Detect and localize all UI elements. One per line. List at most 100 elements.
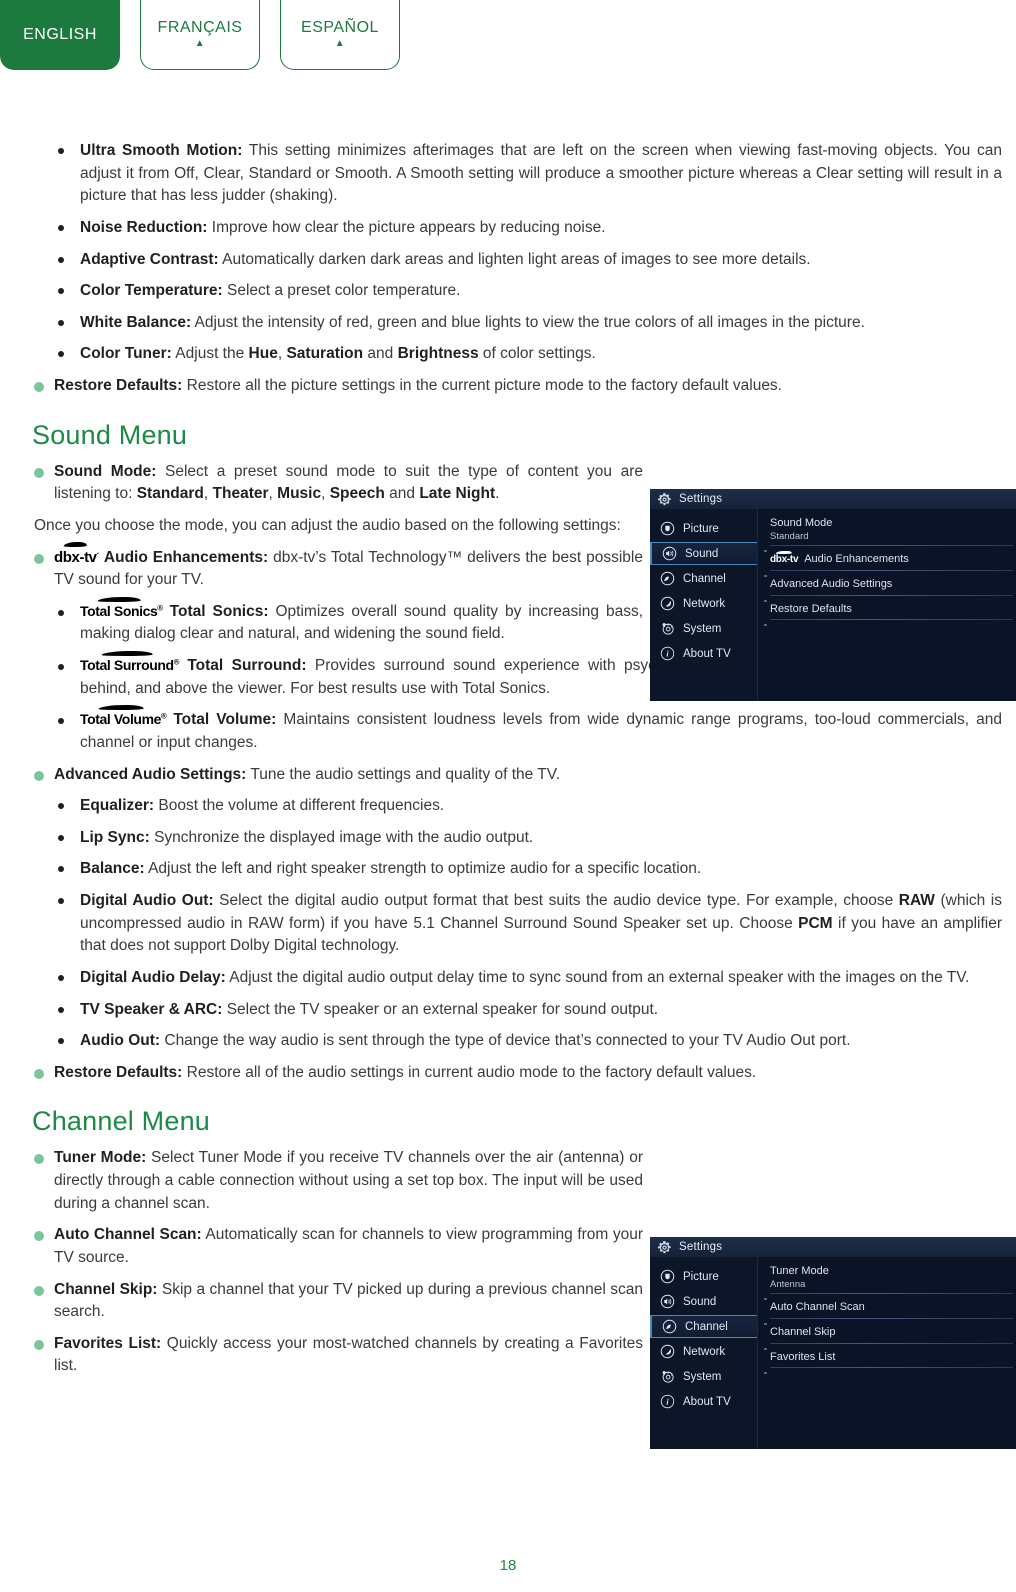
list-item-tuner-mode: Tuner Mode: Select Tuner Mode if you rec… xyxy=(18,1147,643,1215)
conjunction: and xyxy=(363,345,398,363)
language-tab-label: FRANÇAIS xyxy=(157,18,243,36)
language-tab-english[interactable]: ENGLISH xyxy=(0,0,120,70)
registered-mark: ® xyxy=(157,603,163,613)
sound-mode-standard: Standard xyxy=(136,485,204,503)
picture-icon xyxy=(660,521,675,536)
description: Adjust the digital audio output delay ti… xyxy=(225,968,970,986)
sidebar-item-label: Sound xyxy=(685,547,719,560)
gear-icon xyxy=(657,1240,672,1255)
language-tab-francais[interactable]: FRANÇAIS ▲ xyxy=(140,0,260,70)
sidebar-item-system[interactable]: System xyxy=(650,1365,757,1388)
list-item-advanced-audio-settings: Advanced Audio Settings: Tune the audio … xyxy=(18,764,1002,787)
trademark-mark: · xyxy=(96,548,100,558)
sidebar-item-picture[interactable]: Picture xyxy=(650,1265,757,1288)
tv-row-auto-channel-scan[interactable]: Auto Channel Scan xyxy=(764,1301,1016,1325)
list-item-auto-channel-scan: Auto Channel Scan: Automatically scan fo… xyxy=(18,1224,643,1269)
term: Restore Defaults: xyxy=(54,1063,183,1081)
divider xyxy=(764,1342,1013,1350)
description: Improve how clear the picture appears by… xyxy=(207,218,606,236)
tv-panel-content-sound: Sound Mode Standard dbx-tv Audio Enhance… xyxy=(758,509,1016,701)
sound-mode-theater: Theater xyxy=(212,485,269,503)
term: Digital Audio Out: xyxy=(80,892,214,909)
tv-row-label: Auto Channel Scan xyxy=(770,1301,865,1314)
list-item-channel-skip: Channel Skip: Skip a channel that your T… xyxy=(18,1279,643,1324)
sidebar-item-channel[interactable]: Channel xyxy=(650,1315,757,1338)
list-item-sound-restore-defaults: Restore Defaults: Restore all of the aud… xyxy=(18,1062,1002,1085)
language-tab-label: ESPAÑOL xyxy=(301,18,379,36)
sidebar-item-about-tv[interactable]: i About TV xyxy=(650,1390,757,1413)
info-icon: i xyxy=(660,1394,675,1409)
tv-row-advanced-audio-settings[interactable]: Advanced Audio Settings xyxy=(764,577,1016,602)
svg-text:i: i xyxy=(666,1398,669,1407)
description: Optimizes overall sound quality by incre… xyxy=(80,602,644,643)
list-item-balance: Balance: Adjust the left and right speak… xyxy=(18,858,1002,881)
section-title-sound-menu: Sound Menu xyxy=(32,419,188,450)
term: Total Volume: xyxy=(173,711,277,729)
tv-row-audio-enhancements[interactable]: dbx-tv Audio Enhancements xyxy=(764,550,1016,577)
sound-mode-music: Music xyxy=(277,485,322,503)
dbx-tv-logo: dbx-tv· xyxy=(54,542,100,569)
divider xyxy=(764,1317,1013,1325)
tick-marker xyxy=(764,599,767,602)
tv-row-favorites-list[interactable]: Favorites List xyxy=(764,1351,1016,1375)
term: Channel Skip: xyxy=(54,1280,158,1298)
pcm-term: PCM xyxy=(798,914,833,932)
tv-panel-title: Settings xyxy=(679,1241,723,1253)
list-item: White Balance: Adjust the intensity of r… xyxy=(18,312,1002,335)
description: Boost the volume at different frequencie… xyxy=(154,797,445,815)
tv-row-restore-defaults[interactable]: Restore Defaults xyxy=(764,602,1016,627)
tv-settings-panel-sound: Settings Picture Sound Channel Network S… xyxy=(650,489,1016,701)
language-tab-espanol[interactable]: ESPAÑOL ▲ xyxy=(280,0,400,70)
sidebar-item-network[interactable]: Network xyxy=(650,592,757,615)
sidebar-item-sound[interactable]: Sound xyxy=(650,542,757,565)
sound-mode-speech: Speech xyxy=(329,485,385,503)
dbx-tv-logo-text: dbx-tv xyxy=(54,548,97,566)
term: Digital Audio Delay: xyxy=(80,968,226,986)
list-item-sound-mode: Sound Mode: Select a preset sound mode t… xyxy=(18,461,643,506)
sidebar-item-channel[interactable]: Channel xyxy=(650,567,757,590)
divider xyxy=(764,594,1013,602)
divider xyxy=(764,569,1013,577)
sidebar-item-label: Picture xyxy=(683,1270,719,1283)
tv-settings-panel-channel: Settings Picture Sound Channel Network S… xyxy=(650,1237,1016,1449)
sidebar-item-sound[interactable]: Sound xyxy=(650,1290,757,1313)
tv-row-tuner-mode[interactable]: Tuner Mode Antenna xyxy=(764,1265,1016,1301)
divider xyxy=(764,545,1013,553)
sidebar-item-about-tv[interactable]: i About TV xyxy=(650,642,757,665)
language-tab-bar: ENGLISH FRANÇAIS ▲ ESPAÑOL ▲ xyxy=(0,0,400,70)
tv-panel-content-channel: Tuner Mode Antenna Auto Channel Scan Cha… xyxy=(758,1257,1016,1449)
tv-panel-body: Picture Sound Channel Network System i A… xyxy=(650,1257,1016,1449)
description-end: of color settings. xyxy=(478,345,596,363)
list-item-digital-audio-out: Digital Audio Out: Select the digital au… xyxy=(18,890,1002,958)
description: Adjust the intensity of red, green and b… xyxy=(191,313,865,331)
tv-row-label: Restore Defaults xyxy=(770,602,852,615)
tv-panel-sidebar: Picture Sound Channel Network System i A… xyxy=(650,509,758,701)
sidebar-item-label: About TV xyxy=(683,1395,731,1408)
total-surround-logo-text: Total Surround xyxy=(80,657,174,673)
tv-row-label: Audio Enhancements xyxy=(804,553,909,566)
sidebar-item-label: About TV xyxy=(683,647,731,660)
registered-mark: ® xyxy=(173,657,180,667)
sidebar-item-system[interactable]: System xyxy=(650,617,757,640)
tick-marker xyxy=(764,1372,767,1375)
sidebar-item-label: System xyxy=(683,622,722,635)
description: Select the digital audio output format t… xyxy=(213,892,899,909)
list-item: Color Temperature: Select a preset color… xyxy=(18,280,1002,303)
description: Adjust the xyxy=(171,345,249,363)
sound-mode-late-night: Late Night xyxy=(419,485,496,503)
term: Advanced Audio Settings: xyxy=(54,765,247,783)
sidebar-item-picture[interactable]: Picture xyxy=(650,517,757,540)
term: Total Sonics: xyxy=(169,602,269,620)
sidebar-item-network[interactable]: Network xyxy=(650,1340,757,1363)
page-content: Ultra Smooth Motion: This setting minimi… xyxy=(18,140,1002,1387)
sound-intro-paragraph: Once you choose the mode, you can adjust… xyxy=(34,516,621,534)
tick-marker xyxy=(764,574,767,577)
list-item: Noise Reduction: Improve how clear the p… xyxy=(18,217,1002,240)
tv-panel-title: Settings xyxy=(679,493,723,505)
tv-row-label: Advanced Audio Settings xyxy=(770,577,893,590)
list-item-total-sonics: Total Sonics® Total Sonics: Optimizes ov… xyxy=(18,596,644,646)
term: Sound Mode: xyxy=(54,462,157,480)
tv-row-sound-mode[interactable]: Sound Mode Standard xyxy=(764,517,1016,553)
sidebar-item-label: Network xyxy=(683,1345,726,1358)
tv-row-channel-skip[interactable]: Channel Skip xyxy=(764,1326,1016,1350)
